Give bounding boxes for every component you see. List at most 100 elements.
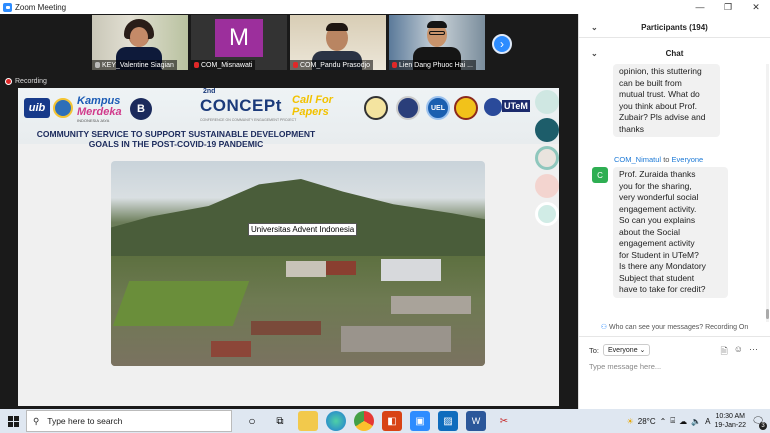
b-emblem-logo: B [130, 98, 152, 120]
campus-aerial-photo: Universitas Advent Indonesia [111, 161, 485, 366]
window-titlebar: Zoom Meeting — ❐ ✕ [0, 0, 770, 14]
chat-tools: 🗎 ☺ ⋯ [721, 344, 758, 360]
university-crest-logo [53, 98, 73, 118]
concept-edition-label: 2nd [203, 88, 216, 95]
utem-logo: UTeM [502, 100, 530, 112]
participant-thumbnail[interactable]: Lien Dang Phuoc Hai ... [389, 15, 485, 70]
participant-name: Lien Dang Phuoc Hai ... [389, 60, 476, 70]
building [391, 296, 471, 314]
window-controls: — ❐ ✕ [686, 0, 770, 14]
partner-seal-logo [454, 96, 478, 120]
sports-field [112, 281, 250, 326]
chat-scrollbar-thumb[interactable] [766, 309, 769, 319]
participant-name: COM_Pandu Prasodjo [290, 60, 374, 70]
next-participants-button[interactable]: › [492, 34, 512, 54]
sender-avatar: C [592, 167, 608, 183]
building [381, 259, 441, 281]
shared-screen-slide: uib Kampus Merdeka INDONESIA JAYA B 2nd … [18, 88, 559, 406]
recipient-dropdown[interactable]: Everyone ⌄ [603, 344, 651, 356]
chat-scrollbar[interactable] [766, 64, 769, 322]
word-app-icon[interactable]: W [466, 411, 486, 431]
who-can-see-link[interactable]: ⚇ Who can see your messages? Recording O… [579, 323, 770, 331]
slide-title: COMMUNITY SERVICE TO SUPPORT SUSTAINABLE… [36, 129, 316, 149]
decorative-circle [535, 118, 559, 142]
photos-app-icon[interactable]: ▨ [438, 411, 458, 431]
uib-logo: uib [24, 98, 50, 118]
partner-seal-logo [396, 96, 420, 120]
more-icon[interactable]: ⋯ [749, 344, 758, 360]
maximize-button[interactable]: ❐ [714, 0, 742, 14]
close-button[interactable]: ✕ [742, 0, 770, 14]
decorative-circle [535, 90, 559, 114]
participant-thumbnail[interactable]: M COM_Misnawati [191, 15, 287, 70]
chat-message-bubble: opinion, this stuttering can be built fr… [613, 64, 720, 137]
volume-icon[interactable]: 🔈 [691, 417, 701, 426]
language-icon[interactable]: A [705, 417, 710, 426]
person-hair [326, 23, 348, 31]
chat-sender-line: COM_Nimatul to Everyone [614, 155, 704, 164]
participant-name: KEY_Valentine Siagian [92, 60, 177, 70]
participant-thumbnail[interactable]: COM_Pandu Prasodjo [290, 15, 386, 70]
system-tray: ☀ 28°C ⌃ ⌸ ☁ 🔈 A 10:30 AM 19-Jan-22 🗨 3 [627, 409, 770, 433]
recording-indicator: Recording [5, 78, 47, 85]
notification-center-icon[interactable]: 🗨 3 [750, 413, 767, 430]
chat-messages[interactable]: opinion, this stuttering can be built fr… [579, 64, 764, 329]
edge-browser-icon[interactable] [326, 411, 346, 431]
chat-message-bubble: Prof. Zuraida thanks you for the sharing… [613, 167, 728, 298]
building [251, 321, 321, 335]
divider [579, 37, 770, 38]
cortana-icon[interactable]: ○ [242, 411, 262, 431]
building [286, 261, 326, 277]
snipping-tool-icon[interactable]: ✂ [494, 411, 514, 431]
decorative-circle [535, 174, 559, 198]
zoom-app-icon [3, 2, 12, 12]
side-panel: ⌄ Participants (194) ⌄ Chat opinion, thi… [578, 14, 770, 409]
uel-logo: UEL [426, 96, 450, 120]
zoom-taskbar-icon[interactable]: ▣ [410, 411, 430, 431]
minimize-button[interactable]: — [686, 0, 714, 14]
file-explorer-icon[interactable] [298, 411, 318, 431]
chevron-down-icon: ⌄ [639, 347, 646, 354]
person-hair [427, 21, 447, 28]
participant-thumbnails: KEY_Valentine Siagian M COM_Misnawati CO… [92, 15, 485, 70]
window-title: Zoom Meeting [15, 2, 67, 12]
person-glasses [429, 31, 445, 35]
cloud-icon[interactable]: ☁ [679, 417, 687, 426]
taskbar-search-box[interactable]: ⚲ Type here to search [26, 410, 232, 432]
photo-caption: Universitas Advent Indonesia [248, 223, 358, 236]
file-icon[interactable]: 🗎 [721, 344, 728, 360]
chevron-down-icon[interactable]: ⌄ [591, 49, 598, 58]
building [326, 261, 356, 275]
chat-header[interactable]: ⌄ Chat [579, 44, 770, 63]
person-face [130, 27, 148, 47]
participant-thumbnail[interactable]: KEY_Valentine Siagian [92, 15, 188, 70]
decorative-circle [535, 202, 559, 226]
chevron-down-icon[interactable]: ⌄ [591, 23, 598, 32]
windows-logo-icon [7, 415, 19, 427]
emoji-icon[interactable]: ☺ [734, 344, 743, 360]
chrome-browser-icon[interactable] [354, 411, 374, 431]
meeting-stage: KEY_Valentine Siagian M COM_Misnawati CO… [0, 14, 578, 409]
search-icon: ⚲ [33, 415, 40, 426]
weather-temperature[interactable]: 28°C [638, 417, 656, 426]
divider [579, 336, 770, 337]
decorative-circle [535, 146, 559, 170]
recording-dot-icon [5, 78, 12, 85]
taskbar-clock[interactable]: 10:30 AM 19-Jan-22 [714, 412, 746, 430]
participants-header[interactable]: ⌄ Participants (194) [579, 18, 770, 37]
participant-avatar: M [215, 19, 263, 57]
office-app-icon[interactable]: ◧ [382, 411, 402, 431]
start-button[interactable] [0, 409, 26, 433]
recording-label: Recording [15, 78, 47, 85]
building [211, 341, 251, 357]
chat-message-input[interactable]: Type message here... [589, 362, 661, 371]
mic-muted-icon [95, 62, 100, 68]
mic-icon [392, 62, 397, 68]
network-icon[interactable]: ⌸ [670, 416, 675, 426]
people-icon: ⚇ [600, 324, 608, 331]
chevron-up-icon[interactable]: ⌃ [660, 417, 667, 426]
windows-taskbar: ⚲ Type here to search ○ ⧉ ◧ ▣ ▨ W ✂ ☀ 28… [0, 409, 770, 433]
utem-emblem-logo [484, 98, 502, 116]
task-view-icon[interactable]: ⧉ [270, 411, 290, 431]
building [341, 326, 451, 352]
